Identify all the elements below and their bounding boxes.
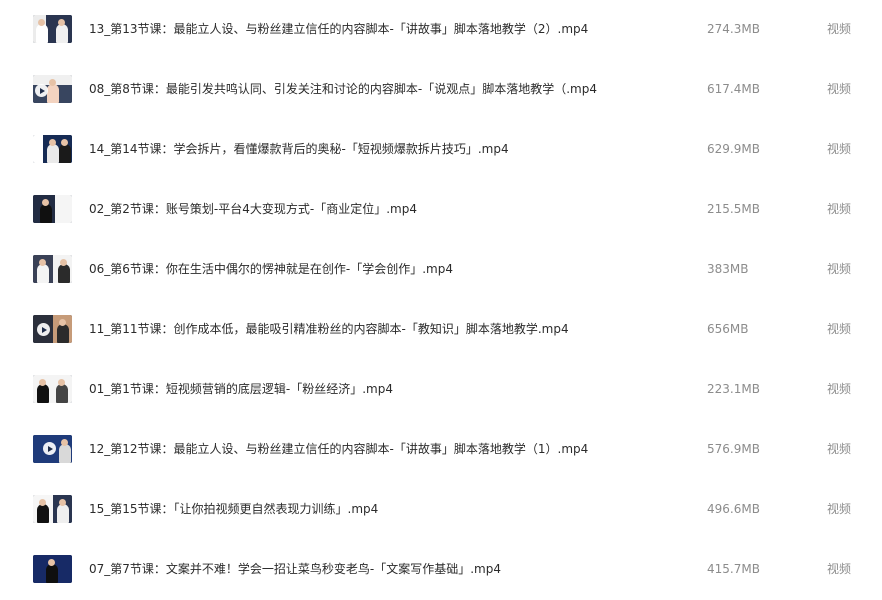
- play-icon: [37, 323, 50, 336]
- thumbnail-head: [39, 379, 46, 386]
- file-name[interactable]: 06_第6节课：你在生活中偶尔的愣神就是在创作-「学会创作」.mp4: [89, 261, 453, 277]
- thumbnail-person: [58, 264, 70, 283]
- file-name[interactable]: 14_第14节课：学会拆片，看懂爆款背后的奥秘-「短视频爆款拆片技巧」.mp4: [89, 141, 509, 157]
- file-type: 视频: [827, 382, 852, 396]
- thumbnail-head: [59, 499, 66, 506]
- video-thumbnail-icon[interactable]: [33, 15, 72, 43]
- file-name[interactable]: 07_第7节课：文案并不难！学会一招让菜鸟秒变老鸟-「文案写作基础」.mp4: [89, 561, 501, 577]
- thumbnail-head: [49, 79, 56, 86]
- file-type: 视频: [827, 262, 852, 276]
- file-type: 视频: [827, 82, 852, 96]
- thumbnail-person: [59, 144, 71, 163]
- thumbnail-head: [39, 259, 46, 266]
- video-thumbnail-icon[interactable]: [33, 195, 72, 223]
- thumbnail-person: [36, 24, 48, 43]
- file-row[interactable]: 02_第2节课：账号策划-平台4大变现方式-「商业定位」.mp4 215.5MB…: [0, 180, 882, 240]
- video-thumbnail-icon[interactable]: [33, 315, 72, 343]
- thumbnail-head: [38, 19, 45, 26]
- thumbnail-head: [58, 19, 65, 26]
- thumbnail-person: [59, 444, 71, 463]
- play-icon: [35, 84, 48, 97]
- file-name[interactable]: 11_第11节课：创作成本低，最能吸引精准粉丝的内容脚本-「教知识」脚本落地教学…: [89, 321, 569, 337]
- thumbnail-head: [59, 319, 66, 326]
- file-size: 496.6MB: [707, 502, 760, 516]
- thumbnail-head: [39, 499, 46, 506]
- file-name[interactable]: 12_第12节课：最能立人设、与粉丝建立信任的内容脚本-「讲故事」脚本落地教学（…: [89, 441, 588, 457]
- file-size: 576.9MB: [707, 442, 760, 456]
- file-size: 415.7MB: [707, 562, 760, 576]
- file-size: 223.1MB: [707, 382, 760, 396]
- file-type: 视频: [827, 322, 852, 336]
- thumbnail-person: [57, 324, 69, 343]
- file-row[interactable]: 14_第14节课：学会拆片，看懂爆款背后的奥秘-「短视频爆款拆片技巧」.mp4 …: [0, 120, 882, 180]
- thumbnail-person: [47, 84, 59, 103]
- thumbnail-head: [60, 259, 67, 266]
- thumbnail-person: [37, 384, 49, 403]
- thumbnail-person: [56, 24, 68, 43]
- thumbnail-head: [49, 139, 56, 146]
- thumbnail-person: [47, 144, 59, 163]
- file-size: 383MB: [707, 262, 749, 276]
- file-name[interactable]: 13_第13节课：最能立人设、与粉丝建立信任的内容脚本-「讲故事」脚本落地教学（…: [89, 21, 588, 37]
- file-size: 617.4MB: [707, 82, 760, 96]
- file-row[interactable]: 08_第8节课：最能引发共鸣认同、引发关注和讨论的内容脚本-「说观点」脚本落地教…: [0, 60, 882, 120]
- thumbnail-background: [33, 195, 72, 223]
- file-type: 视频: [827, 142, 852, 156]
- file-name[interactable]: 15_第15节课：「让你拍视频更自然表现力训练」.mp4: [89, 501, 378, 517]
- file-row[interactable]: 01_第1节课：短视频营销的底层逻辑-「粉丝经济」.mp4 223.1MB 视频: [0, 360, 882, 420]
- thumbnail-head: [61, 439, 68, 446]
- video-thumbnail-icon[interactable]: [33, 495, 72, 523]
- file-size: 215.5MB: [707, 202, 760, 216]
- file-type: 视频: [827, 22, 852, 36]
- file-name[interactable]: 01_第1节课：短视频营销的底层逻辑-「粉丝经济」.mp4: [89, 381, 393, 397]
- file-size: 656MB: [707, 322, 749, 336]
- thumbnail-person: [40, 204, 52, 223]
- file-type: 视频: [827, 562, 852, 576]
- file-row[interactable]: 12_第12节课：最能立人设、与粉丝建立信任的内容脚本-「讲故事」脚本落地教学（…: [0, 420, 882, 480]
- file-type: 视频: [827, 502, 852, 516]
- video-thumbnail-icon[interactable]: [33, 255, 72, 283]
- file-row[interactable]: 13_第13节课：最能立人设、与粉丝建立信任的内容脚本-「讲故事」脚本落地教学（…: [0, 0, 882, 60]
- thumbnail-head: [58, 379, 65, 386]
- video-thumbnail-icon[interactable]: [33, 75, 72, 103]
- file-name[interactable]: 08_第8节课：最能引发共鸣认同、引发关注和讨论的内容脚本-「说观点」脚本落地教…: [89, 81, 597, 97]
- thumbnail-head: [61, 139, 68, 146]
- play-icon: [43, 442, 56, 455]
- file-row[interactable]: 06_第6节课：你在生活中偶尔的愣神就是在创作-「学会创作」.mp4 383MB…: [0, 240, 882, 300]
- file-row[interactable]: 15_第15节课：「让你拍视频更自然表现力训练」.mp4 496.6MB 视频: [0, 480, 882, 540]
- file-type: 视频: [827, 202, 852, 216]
- thumbnail-person: [56, 384, 68, 403]
- video-thumbnail-icon[interactable]: [33, 555, 72, 583]
- thumbnail-person: [57, 504, 69, 523]
- file-type: 视频: [827, 442, 852, 456]
- file-size: 629.9MB: [707, 142, 760, 156]
- file-size: 274.3MB: [707, 22, 760, 36]
- video-thumbnail-icon[interactable]: [33, 135, 72, 163]
- thumbnail-person: [37, 504, 49, 523]
- video-thumbnail-icon[interactable]: [33, 435, 72, 463]
- file-row[interactable]: 11_第11节课：创作成本低，最能吸引精准粉丝的内容脚本-「教知识」脚本落地教学…: [0, 300, 882, 360]
- video-thumbnail-icon[interactable]: [33, 375, 72, 403]
- file-list: 13_第13节课：最能立人设、与粉丝建立信任的内容脚本-「讲故事」脚本落地教学（…: [0, 0, 882, 596]
- thumbnail-head: [48, 559, 55, 566]
- file-name[interactable]: 02_第2节课：账号策划-平台4大变现方式-「商业定位」.mp4: [89, 201, 417, 217]
- thumbnail-head: [42, 199, 49, 206]
- thumbnail-person: [46, 564, 58, 583]
- thumbnail-person: [37, 264, 49, 283]
- file-row[interactable]: 07_第7节课：文案并不难！学会一招让菜鸟秒变老鸟-「文案写作基础」.mp4 4…: [0, 540, 882, 600]
